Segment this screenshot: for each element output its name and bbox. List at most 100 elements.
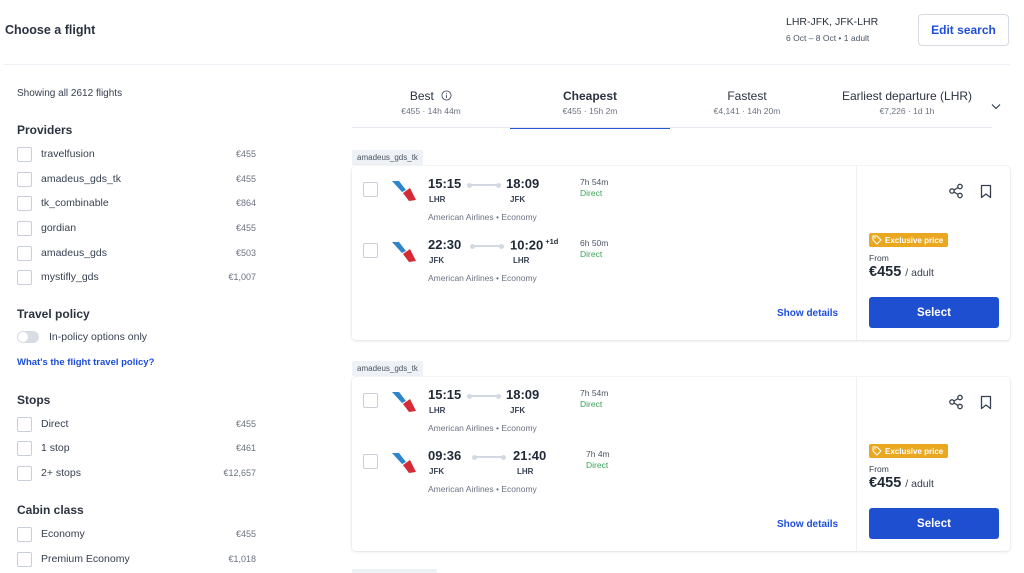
filter-price: €12,657 <box>223 468 256 478</box>
flight-result-card: 15:15 18:09 LHR JFK 7h 54m Direct Americ… <box>352 377 1010 551</box>
arrival-time-value: 10:20 <box>510 237 544 253</box>
arrival-time: 18:09 <box>506 387 539 402</box>
stops-filter-2-plus[interactable]: 2+ stops €12,657 <box>17 465 256 481</box>
filter-price: €1,007 <box>228 272 256 282</box>
checkbox[interactable] <box>17 551 32 567</box>
tab-cheapest[interactable]: Cheapest €455 · 15h 2m <box>510 88 670 129</box>
edit-search-button[interactable]: Edit search <box>918 14 1009 46</box>
provider-filter-travelfusion[interactable]: travelfusion €455 <box>17 146 256 162</box>
show-details-link[interactable]: Show details <box>777 308 838 319</box>
cabin-filter-economy[interactable]: Economy €455 <box>17 526 256 542</box>
filter-label: travelfusion <box>41 148 95 160</box>
checkbox[interactable] <box>17 171 32 187</box>
arrival-airport: LHR <box>517 467 534 476</box>
provider-filter-amadeus-gds[interactable]: amadeus_gds €503 <box>17 245 256 261</box>
airline-cabin: American Airlines • Economy <box>428 273 537 283</box>
flight-leg-outbound: 15:15 18:09 LHR JFK 7h 54m Direct Americ… <box>352 377 852 433</box>
arrival-time: 21:40 <box>513 448 546 463</box>
flight-duration: 6h 50m <box>580 238 609 248</box>
provider-tag: amadeus_gds_tk <box>352 361 423 376</box>
price: €455 / adult <box>869 475 934 491</box>
departure-time: 22:30 <box>428 237 462 252</box>
tag-icon <box>872 446 882 456</box>
tab-earliest-departure[interactable]: Earliest departure (LHR) €7,226 · 1d 1h <box>824 88 990 128</box>
checkbox[interactable] <box>17 269 32 285</box>
filter-label: amadeus_gds_tk <box>41 173 121 185</box>
tab-subtitle: €7,226 · 1d 1h <box>879 106 935 116</box>
filter-label: Premium Economy <box>41 553 130 565</box>
provider-filter-gordian[interactable]: gordian €455 <box>17 220 256 236</box>
airline-cabin: American Airlines • Economy <box>428 484 537 494</box>
flight-duration: 7h 54m <box>580 388 609 398</box>
leg-checkbox[interactable] <box>363 454 378 469</box>
checkbox[interactable] <box>17 416 32 432</box>
tab-label-row: Best <box>352 88 510 104</box>
tab-label: Earliest departure (LHR) <box>841 89 973 103</box>
checkbox[interactable] <box>17 146 32 162</box>
bookmark-icon[interactable] <box>977 182 995 200</box>
departure-airport: JFK <box>429 467 445 476</box>
stops-filter-direct[interactable]: Direct €455 <box>17 416 256 432</box>
in-policy-toggle[interactable] <box>17 331 39 343</box>
share-icon[interactable] <box>947 182 965 200</box>
departure-time: 15:15 <box>428 176 462 191</box>
page-title: Choose a flight <box>5 23 96 37</box>
tab-best[interactable]: Best €455 · 14h 44m <box>352 88 510 128</box>
leg-checkbox[interactable] <box>363 393 378 408</box>
tab-label: Best <box>409 89 434 103</box>
from-label: From <box>869 464 889 474</box>
stops-info: Direct <box>586 460 609 470</box>
stops-info: Direct <box>580 249 603 259</box>
arrival-time-value: 18:09 <box>506 176 540 191</box>
flight-leg-return: 22:30 10:20 +1d JFK LHR 6h 50m Direct Ame… <box>352 227 852 283</box>
flight-leg-outbound: 15:15 18:09 LHR JFK 7h 54m Direct Americ… <box>352 166 852 222</box>
flight-duration: 7h 4m <box>586 449 610 459</box>
arrival-time: 18:09 <box>506 176 539 191</box>
bookmark-icon[interactable] <box>977 393 995 411</box>
filter-price: €455 <box>235 529 256 539</box>
stops-filter-1-stop[interactable]: 1 stop €461 <box>17 440 256 456</box>
provider-filter-tk-combinable[interactable]: tk_combinable €864 <box>17 195 256 211</box>
departure-time: 15:15 <box>428 387 462 402</box>
sort-tabs: Best €455 · 14h 44m Cheapest €455 · 15h … <box>352 88 1012 129</box>
cabin-filter-premium-economy[interactable]: Premium Economy €1,018 <box>17 551 256 567</box>
select-button[interactable]: Select <box>869 508 999 539</box>
departure-airport: LHR <box>429 195 446 204</box>
travel-policy-link[interactable]: What's the flight travel policy? <box>17 357 154 368</box>
checkbox[interactable] <box>17 440 32 456</box>
tab-fastest[interactable]: Fastest €4,141 · 14h 20m <box>670 88 824 128</box>
american-airlines-logo-icon <box>392 392 416 412</box>
search-dates: 6 Oct – 8 Oct • 1 adult <box>786 33 870 43</box>
leg-checkbox[interactable] <box>363 182 378 197</box>
arrival-airport: LHR <box>513 256 530 265</box>
provider-filter-mystifly-gds[interactable]: mystifly_gds €1,007 <box>17 269 256 285</box>
checkbox[interactable] <box>17 526 32 542</box>
price-unit: / adult <box>905 478 934 490</box>
filter-label: Economy <box>41 528 85 540</box>
arrival-airport: JFK <box>510 406 526 415</box>
provider-filter-amadeus-gds-tk[interactable]: amadeus_gds_tk €455 <box>17 171 256 187</box>
checkbox[interactable] <box>17 220 32 236</box>
info-icon[interactable] <box>441 90 452 101</box>
filter-price: €455 <box>235 174 256 184</box>
departure-time: 09:36 <box>428 448 462 463</box>
leg-checkbox[interactable] <box>363 243 378 258</box>
show-details-link[interactable]: Show details <box>777 519 838 530</box>
filter-price: €1,018 <box>228 554 256 564</box>
checkbox[interactable] <box>17 195 32 211</box>
american-airlines-logo-icon <box>392 181 416 201</box>
page-header: Choose a flight LHR-JFK, JFK-LHR 6 Oct –… <box>0 0 1024 66</box>
travel-policy-title: Travel policy <box>17 307 90 321</box>
exclusive-price-badge: Exclusive price <box>869 444 949 458</box>
filter-price: €503 <box>235 248 256 258</box>
in-policy-toggle-row[interactable]: In-policy options only <box>17 331 147 343</box>
checkbox[interactable] <box>17 465 32 481</box>
filter-price: €455 <box>235 149 256 159</box>
filter-label: gordian <box>41 222 77 234</box>
filter-price: €455 <box>235 419 256 429</box>
select-button[interactable]: Select <box>869 297 999 328</box>
share-icon[interactable] <box>947 393 965 411</box>
more-tabs-chevron-down-icon[interactable] <box>988 98 1004 114</box>
checkbox[interactable] <box>17 245 32 261</box>
filter-label: amadeus_gds <box>41 247 107 259</box>
